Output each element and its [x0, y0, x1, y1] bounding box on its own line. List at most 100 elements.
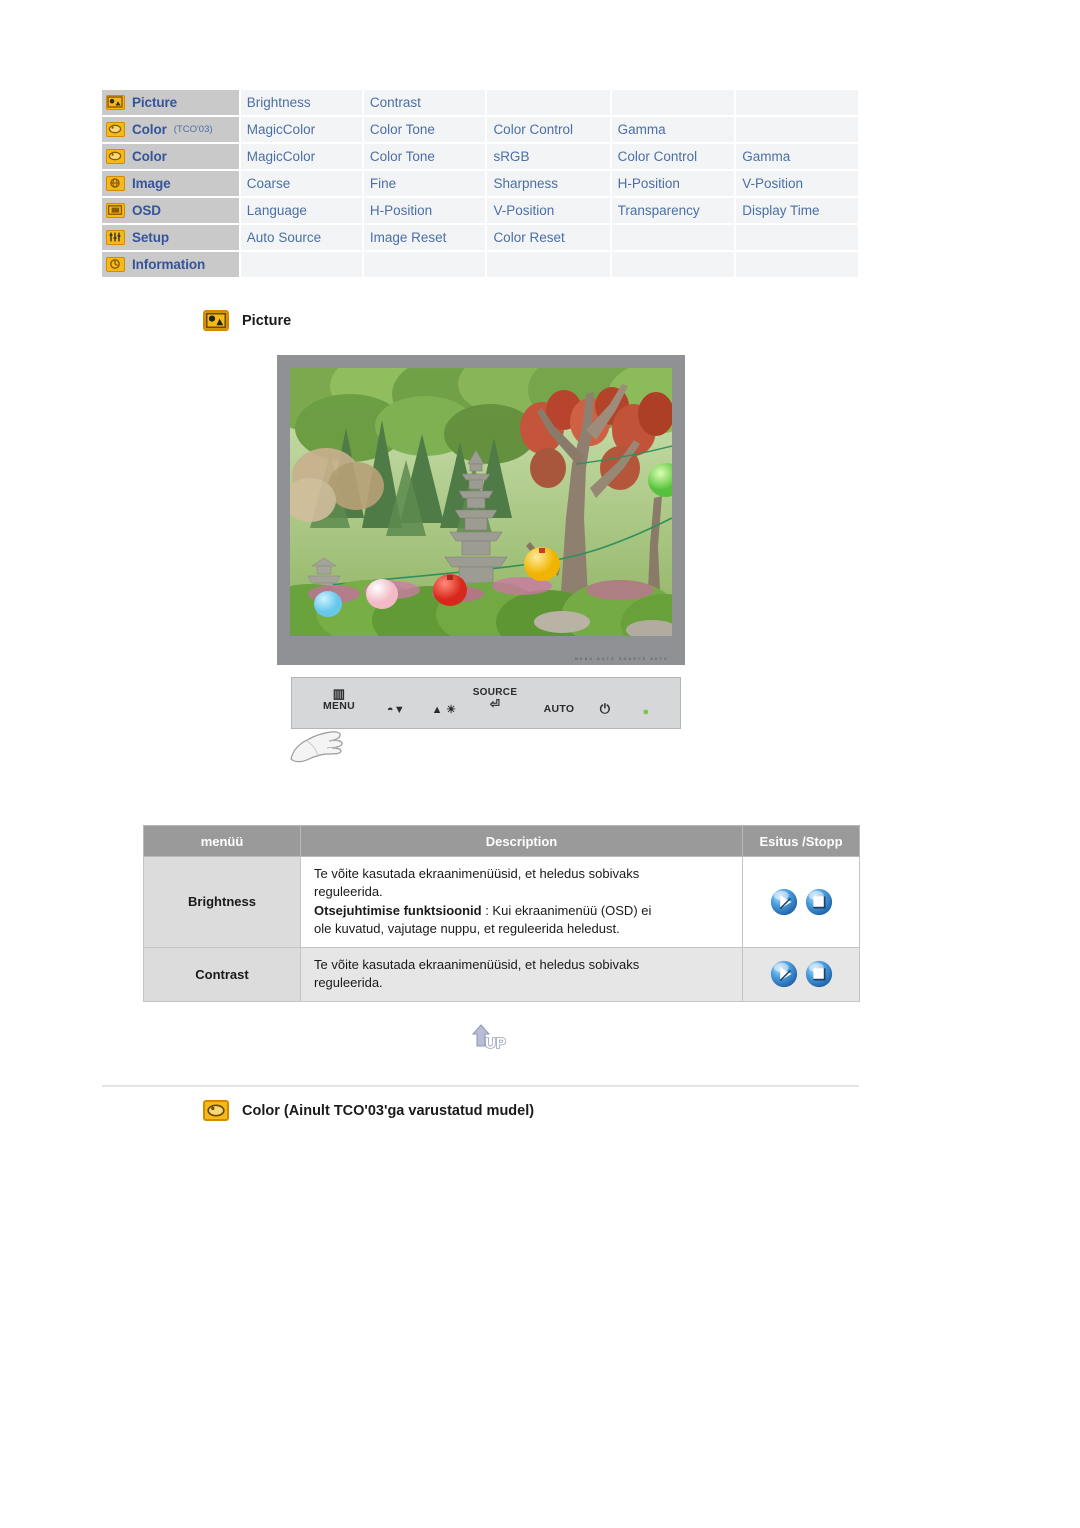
description-line: Te võite kasutada ekraanimenüüsid, et he…	[314, 956, 640, 972]
menu-category-osd[interactable]: OSD	[102, 198, 239, 223]
menu-category-picture[interactable]: Picture	[102, 90, 239, 115]
menu-category-label: Color	[132, 122, 167, 137]
color-icon	[106, 122, 125, 137]
menu-category-label: Color	[132, 149, 167, 164]
table-row: Color (TCO'03) MagicColor Color Tone Col…	[102, 117, 858, 142]
auto-button-label: AUTO	[543, 703, 575, 715]
menu-category-color[interactable]: Color	[102, 144, 239, 169]
stop-orb-icon[interactable]	[804, 887, 834, 917]
menu-map-table: Picture Brightness Contrast Color (TCO'0…	[100, 88, 860, 279]
menu-category-color-tco[interactable]: Color (TCO'03)	[102, 117, 239, 142]
picture-icon	[106, 95, 125, 110]
monitor-body: MENU AUTO SOURCE AUTO	[277, 355, 685, 665]
menu-item[interactable]: Sharpness	[487, 171, 610, 196]
control-cell	[742, 856, 860, 948]
menu-item-empty	[240, 252, 362, 277]
image-icon	[106, 176, 125, 191]
up-button[interactable]: UP	[459, 1022, 513, 1056]
menu-item[interactable]: Contrast	[363, 90, 486, 115]
menu-item[interactable]: Language	[240, 198, 362, 223]
menu-button-label: MENU	[322, 700, 356, 713]
menu-item[interactable]: V-Position	[487, 198, 610, 223]
menu-item-empty	[487, 252, 610, 277]
color-icon	[203, 1100, 229, 1121]
menu-category-label: OSD	[132, 203, 161, 218]
menu-item[interactable]: Transparency	[611, 198, 735, 223]
description-line: Te võite kasutada ekraanimenüüsid, et he…	[314, 866, 640, 881]
menu-item[interactable]: MagicColor	[240, 117, 362, 142]
menu-item[interactable]: Color Reset	[487, 225, 610, 250]
menu-item[interactable]: Image Reset	[363, 225, 486, 250]
menu-item-empty	[736, 225, 858, 250]
menu-item[interactable]: Gamma	[611, 117, 735, 142]
menu-item[interactable]: Coarse	[240, 171, 362, 196]
menu-button[interactable]: ▥ MENU	[310, 686, 368, 713]
table-row: Information	[102, 252, 858, 277]
menu-item-empty	[487, 90, 610, 115]
menu-map-body: Picture Brightness Contrast Color (TCO'0…	[102, 90, 858, 277]
menu-bars-icon: ▥	[332, 686, 346, 701]
menu-category-label: Setup	[132, 230, 170, 245]
menu-item-empty	[736, 252, 858, 277]
power-led-indicator: ●	[636, 706, 656, 718]
menu-item[interactable]: sRGB	[487, 144, 610, 169]
menu-category-sublabel: (TCO'03)	[173, 124, 213, 135]
page-title: Picture	[242, 312, 292, 329]
color-section-heading: Color (Ainult TCO'03'ga varustatud mudel…	[203, 1100, 534, 1121]
menu-category-label: Picture	[132, 95, 178, 110]
menu-item[interactable]: Display Time	[736, 198, 858, 223]
menu-item[interactable]: H-Position	[363, 198, 486, 223]
menu-item[interactable]: Brightness	[240, 90, 362, 115]
menu-item[interactable]: Color Tone	[363, 117, 486, 142]
menu-name-cell: Brightness	[143, 856, 301, 948]
column-header-description: Description	[300, 825, 743, 857]
menu-category-image[interactable]: Image	[102, 171, 239, 196]
description-line: reguleerida.	[314, 884, 383, 900]
column-header-menu: menüü	[143, 825, 301, 857]
section-title: Color (Ainult TCO'03'ga varustatud mudel…	[242, 1102, 535, 1119]
menu-item-empty	[611, 252, 735, 277]
menu-name-cell: Contrast	[143, 946, 301, 1002]
play-orb-icon[interactable]	[769, 887, 799, 917]
menu-category-label: Information	[132, 257, 206, 272]
monitor-screen	[290, 368, 672, 636]
source-enter-button[interactable]: SOURCE ⏎	[462, 687, 528, 711]
power-icon: ⏻	[599, 701, 611, 716]
menu-item[interactable]: Fine	[363, 171, 486, 196]
play-orb-icon[interactable]	[769, 959, 799, 989]
table-row: Picture Brightness Contrast	[102, 90, 858, 115]
up-button-label: UP	[485, 1035, 506, 1052]
description-line: ole kuvatud, vajutage nuppu, et reguleer…	[314, 921, 620, 937]
control-cell	[742, 946, 860, 1002]
menu-item-empty	[736, 90, 858, 115]
stop-orb-icon[interactable]	[804, 959, 834, 989]
table-header-row: menüü Description Esitus /Stopp	[143, 825, 860, 857]
power-button[interactable]: ⏻	[590, 701, 620, 716]
auto-button[interactable]: AUTO	[534, 703, 584, 716]
description-line: reguleerida.	[314, 975, 383, 991]
description-bold-rest: : Kui ekraanimenüü (OSD) ei	[481, 902, 652, 918]
menu-item-empty	[611, 90, 735, 115]
menu-item[interactable]: Auto Source	[240, 225, 362, 250]
picture-section-heading: Picture	[203, 310, 291, 331]
osd-icon	[106, 203, 125, 218]
information-icon	[106, 257, 125, 272]
brightness-up-button[interactable]: ▲ ☀	[422, 704, 466, 716]
brightness-icon: ▲ ☀	[431, 704, 457, 716]
setup-icon	[106, 230, 125, 245]
menu-item[interactable]: Gamma	[736, 144, 858, 169]
menu-item[interactable]: MagicColor	[240, 144, 362, 169]
menu-category-information[interactable]: Information	[102, 252, 239, 277]
menu-category-setup[interactable]: Setup	[102, 225, 239, 250]
menu-item[interactable]: Color Control	[611, 144, 735, 169]
menu-item[interactable]: Color Control	[487, 117, 610, 142]
section-divider	[102, 1085, 859, 1087]
monitor-bezel-labels: MENU AUTO SOURCE AUTO	[575, 657, 669, 661]
menu-item-empty	[611, 225, 735, 250]
menu-item[interactable]: V-Position	[736, 171, 858, 196]
description-table-head: menüü Description Esitus /Stopp	[143, 825, 860, 857]
menu-item[interactable]: Color Tone	[363, 144, 486, 169]
menu-item[interactable]: H-Position	[611, 171, 735, 196]
magicbright-down-button[interactable]: ◓▼	[376, 704, 416, 716]
table-row: OSD Language H-Position V-Position Trans…	[102, 198, 858, 223]
